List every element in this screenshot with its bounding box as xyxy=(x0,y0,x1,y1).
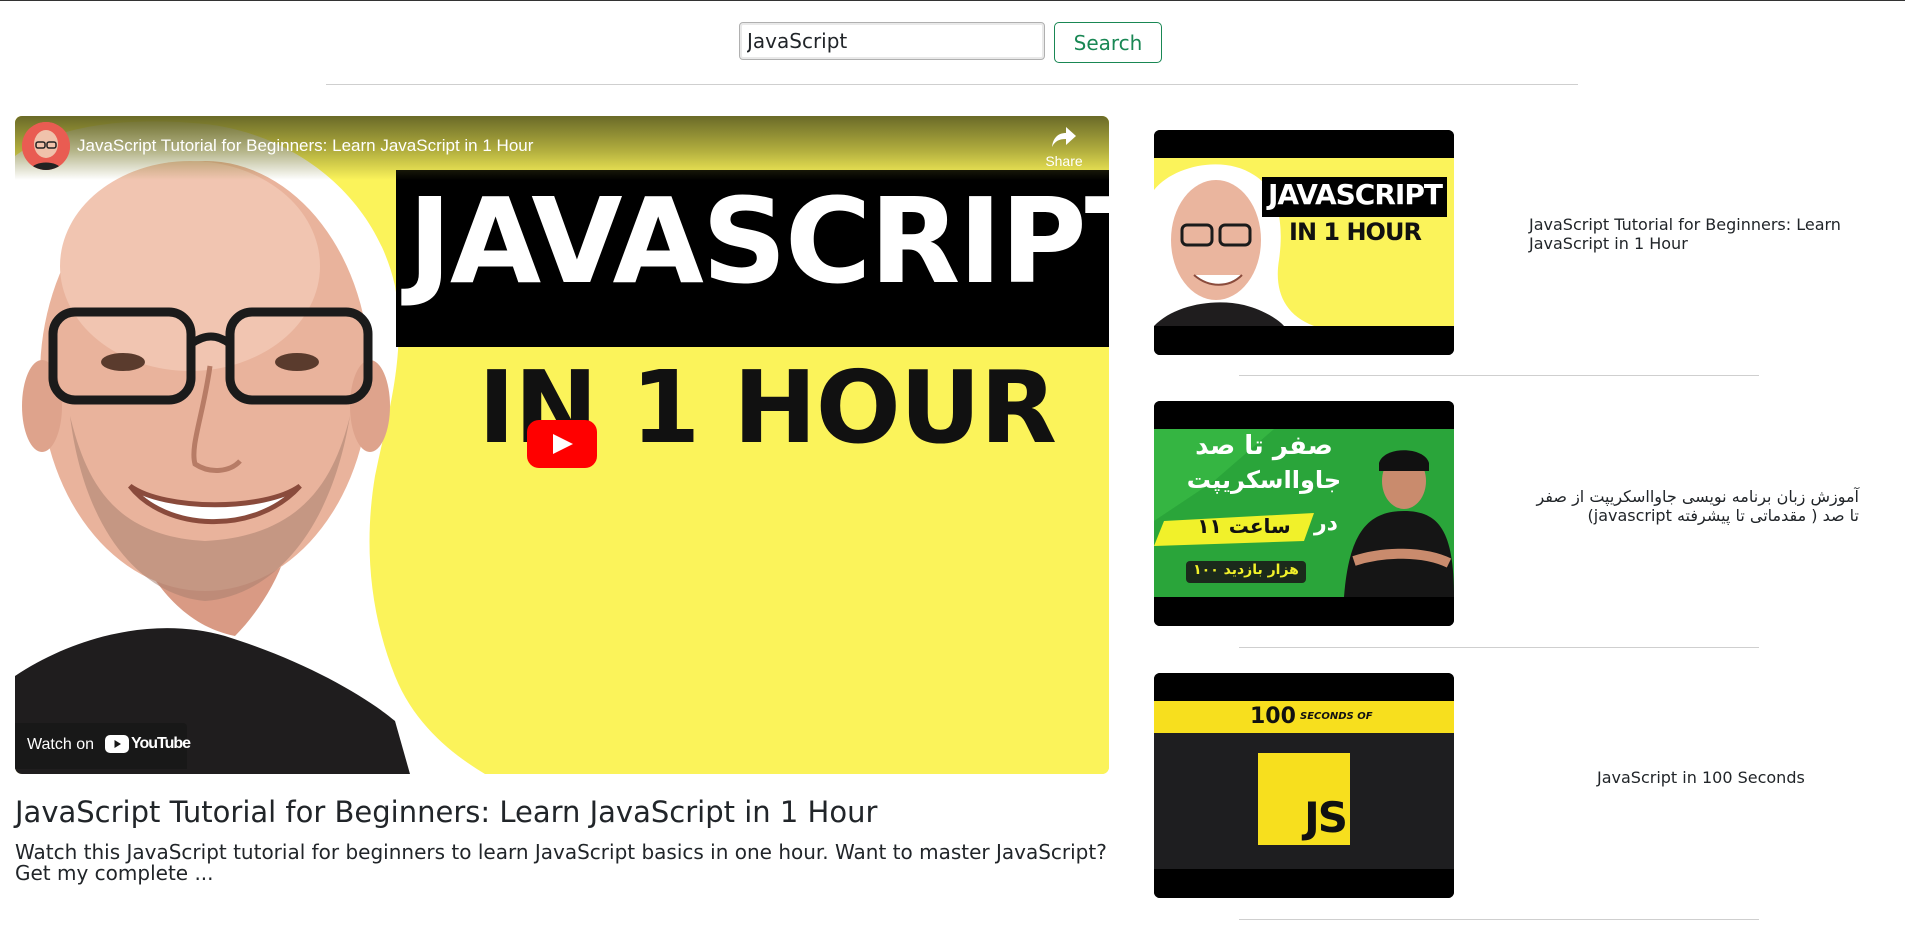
thumbnail-subheadline: IN 1 HOUR xyxy=(1289,218,1422,246)
channel-avatar[interactable] xyxy=(22,122,70,170)
watch-on-youtube-link[interactable]: Watch on YouTube xyxy=(15,723,191,769)
list-item[interactable]: صفر تا صد جاوااسکریپت در ۱۱ ساعت ۱۰۰ هزا… xyxy=(1154,401,1859,626)
video-title: JavaScript Tutorial for Beginners: Learn… xyxy=(15,795,878,829)
avatar-image xyxy=(22,122,70,170)
watch-on-label: Watch on xyxy=(27,736,94,753)
video-thumbnail[interactable]: 100 SECONDS OF JS xyxy=(1154,673,1454,898)
header-divider xyxy=(326,84,1578,85)
thumbnail-line-3: در xyxy=(1314,511,1338,536)
thumbnail-image xyxy=(1154,673,1454,898)
video-player[interactable]: JAVASCRIPT IN 1 HOUR JavaScript Tutorial… xyxy=(15,116,1109,774)
share-button[interactable]: Share xyxy=(1039,126,1089,169)
search-button[interactable]: Search xyxy=(1054,22,1162,63)
thumbnail-headline: JAVASCRIPT xyxy=(1268,178,1443,211)
play-button[interactable] xyxy=(527,420,597,468)
list-divider xyxy=(1239,647,1759,648)
thumbnail-number: 100 xyxy=(1250,704,1296,729)
thumbnail-line-1: صفر تا صد xyxy=(1195,431,1333,461)
play-icon xyxy=(553,434,573,454)
list-divider xyxy=(1239,375,1759,376)
list-divider xyxy=(1239,919,1759,920)
list-item[interactable]: 100 SECONDS OF JS JavaScript in 100 Seco… xyxy=(1154,673,1805,898)
js-logo: JS xyxy=(1304,793,1348,842)
thumbnail-headline: JAVASCRIPT xyxy=(408,172,1109,310)
thumbnail-line-4: ۱۱ ساعت xyxy=(1197,514,1291,538)
thumbnail-caption: SECONDS OF xyxy=(1300,711,1373,722)
video-title-link[interactable]: JavaScript Tutorial for Beginners: Learn… xyxy=(1529,215,1859,253)
video-description: Watch this JavaScript tutorial for begin… xyxy=(15,840,1107,885)
video-thumbnail[interactable]: JAVASCRIPT IN 1 HOUR xyxy=(1154,130,1454,355)
top-border xyxy=(0,0,1905,1)
thumbnail-line-2: جاوااسکریپت xyxy=(1186,466,1342,494)
youtube-logo-icon xyxy=(105,735,129,753)
video-title-link[interactable]: آموزش زبان برنامه نویسی جاوااسکریپت از ص… xyxy=(1529,487,1859,525)
video-thumbnail[interactable]: صفر تا صد جاوااسکریپت در ۱۱ ساعت ۱۰۰ هزا… xyxy=(1154,401,1454,626)
video-title-link[interactable]: JavaScript in 100 Seconds xyxy=(1597,768,1857,787)
share-label: Share xyxy=(1045,153,1083,169)
share-icon xyxy=(1052,127,1076,147)
youtube-wordmark: YouTube xyxy=(131,735,191,752)
search-input[interactable] xyxy=(739,22,1045,60)
thumbnail-line-5: ۱۰۰ هزار بازدید xyxy=(1193,562,1299,578)
list-item[interactable]: JAVASCRIPT IN 1 HOUR JavaScript Tutorial… xyxy=(1154,130,1841,355)
player-video-title-link[interactable]: JavaScript Tutorial for Beginners: Learn… xyxy=(77,136,533,156)
